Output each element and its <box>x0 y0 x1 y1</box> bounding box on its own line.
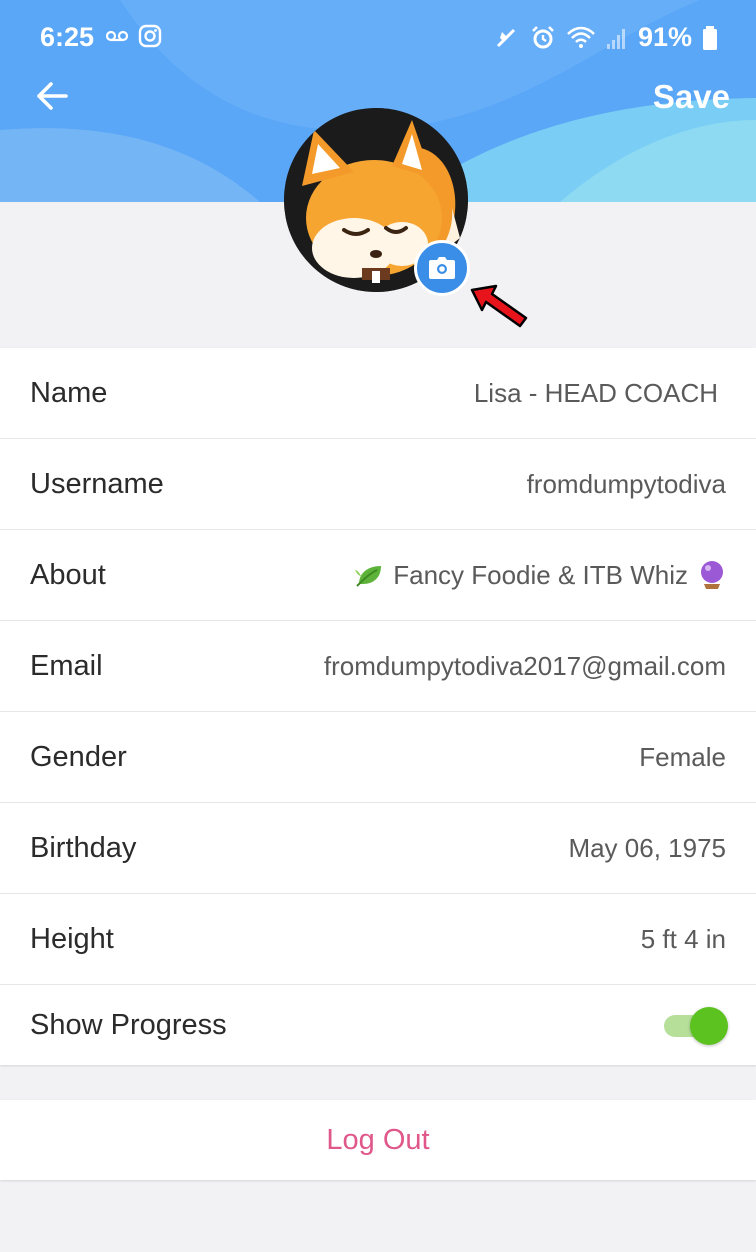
red-arrow-annotation <box>470 284 528 328</box>
about-text: Fancy Foodie & ITB Whiz <box>393 559 688 590</box>
voicemail-icon <box>106 30 128 42</box>
status-time: 6:25 <box>40 22 95 52</box>
profile-row-about[interactable]: About Fancy Foodie & ITB Whiz <box>0 530 756 621</box>
row-value: Fancy Foodie & ITB Whiz <box>355 560 726 591</box>
show-progress-toggle[interactable] <box>664 1005 728 1045</box>
profile-row-name[interactable]: Name Lisa - HEAD COACH <box>0 348 756 439</box>
row-label: Name <box>30 376 108 409</box>
row-value: Lisa - HEAD COACH <box>473 377 718 408</box>
row-label: Email <box>30 649 103 682</box>
status-right-icons: 91% <box>494 22 718 53</box>
profile-row-gender[interactable]: Gender Female <box>0 712 756 803</box>
leaf-icon <box>355 566 382 587</box>
change-photo-button[interactable] <box>414 240 470 296</box>
alarm-icon <box>532 25 554 48</box>
battery-icon <box>703 25 717 50</box>
logout-card: Log Out <box>0 1100 756 1180</box>
row-label: About <box>30 558 106 591</box>
mute-icon <box>496 28 516 47</box>
profile-row-show-progress: Show Progress <box>0 985 756 1065</box>
toggle-knob <box>690 1007 728 1045</box>
logout-button[interactable]: Log Out <box>326 1124 429 1157</box>
row-label: Birthday <box>30 831 137 864</box>
profile-row-username[interactable]: Username fromdumpytodiva <box>0 439 756 530</box>
profile-row-height[interactable]: Height 5 ft 4 in <box>0 894 756 985</box>
wifi-icon <box>567 26 595 48</box>
avatar-container <box>284 108 470 296</box>
status-bar: 6:25 91% <box>0 18 756 58</box>
row-value: May 06, 1975 <box>568 832 726 863</box>
profile-row-birthday[interactable]: Birthday May 06, 1975 <box>0 803 756 894</box>
arrow-left-icon <box>37 82 68 110</box>
row-value: 5 ft 4 in <box>640 923 726 954</box>
save-button[interactable]: Save <box>653 78 730 116</box>
status-left-icons <box>106 24 162 48</box>
crystal-ball-icon <box>701 561 723 589</box>
instagram-icon <box>138 24 162 48</box>
signal-icon <box>606 28 625 49</box>
profile-row-email[interactable]: Email fromdumpytodiva2017@gmail.com <box>0 621 756 712</box>
battery-percent: 91% <box>637 22 692 52</box>
camera-icon <box>429 257 455 279</box>
row-value: fromdumpytodiva <box>526 468 726 499</box>
row-label: Height <box>30 922 114 955</box>
back-button[interactable] <box>30 76 74 116</box>
row-value: fromdumpytodiva2017@gmail.com <box>323 650 726 681</box>
row-label: Username <box>30 467 164 500</box>
row-label: Gender <box>30 740 127 773</box>
row-value: Female <box>639 741 726 772</box>
profile-fields-list: Name Lisa - HEAD COACH Username fromdump… <box>0 348 756 1065</box>
row-label: Show Progress <box>30 1008 227 1041</box>
